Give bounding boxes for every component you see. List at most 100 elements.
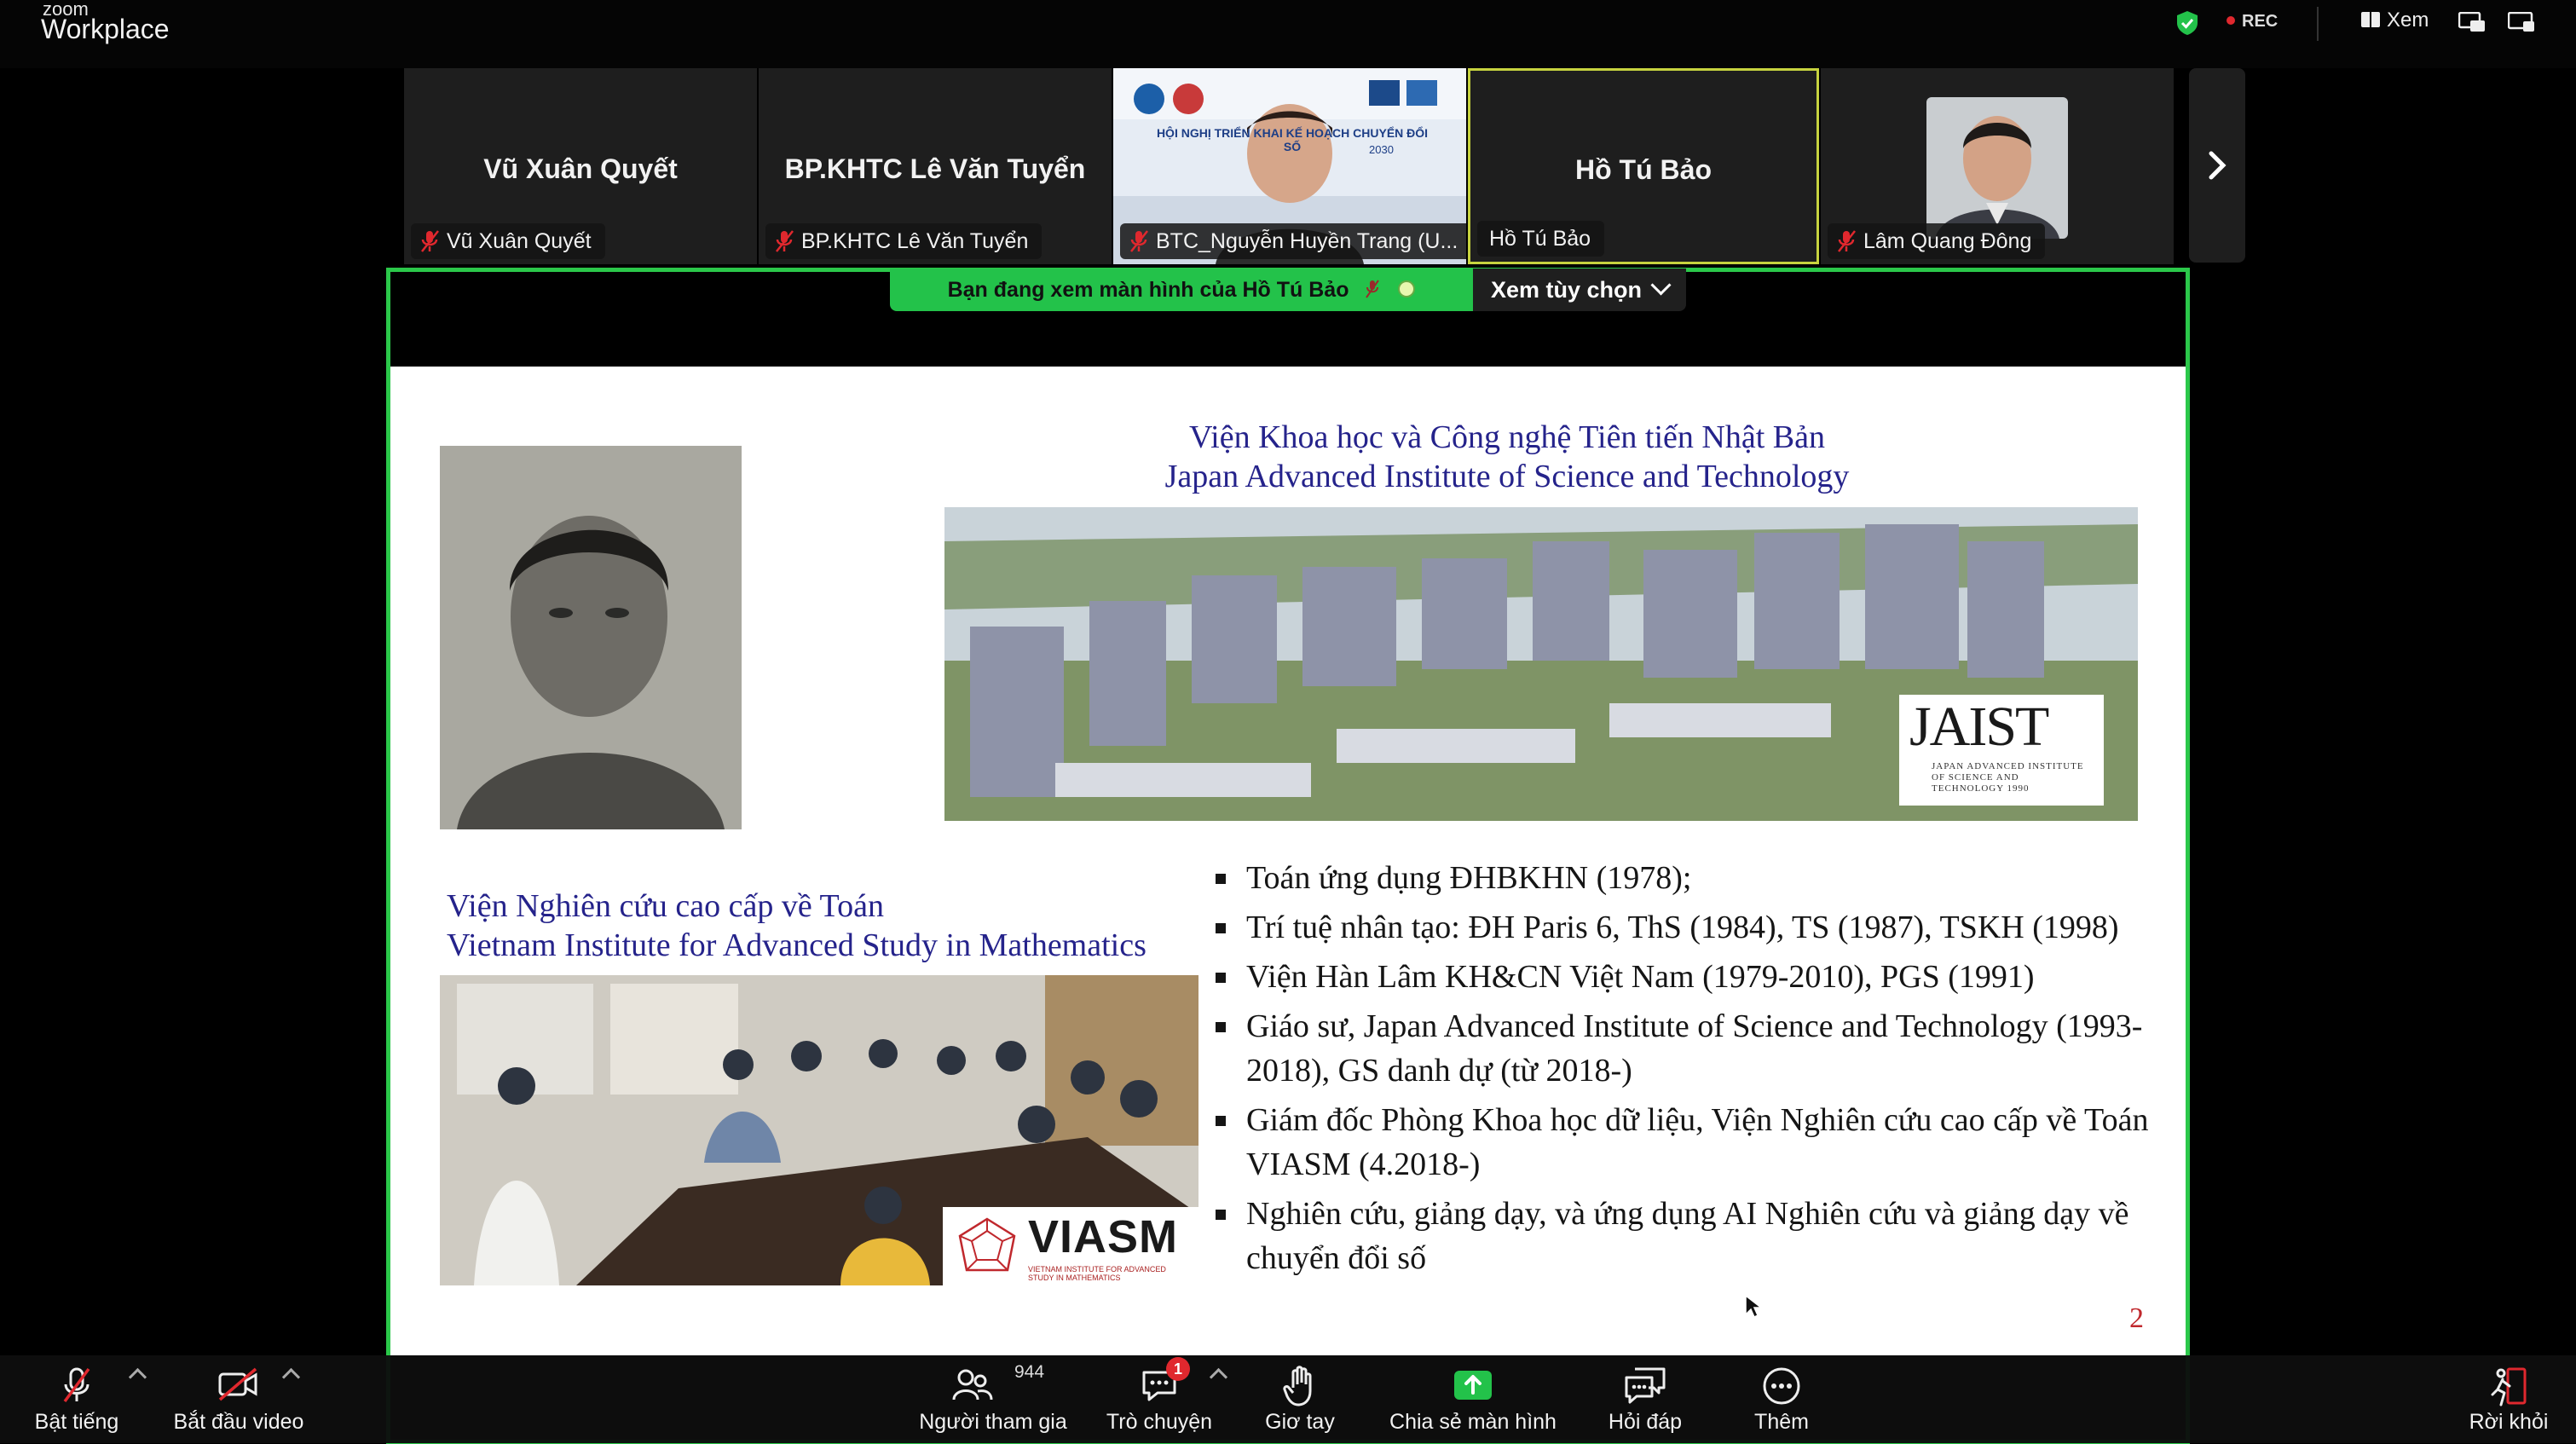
more-options-icon [1763, 1367, 1800, 1405]
view-label: Xem [2387, 9, 2429, 32]
gallery-view-icon [2361, 11, 2380, 27]
unmute-button[interactable]: Bật tiếng [17, 1355, 136, 1443]
top-bar: zoom Workplace REC Xem [0, 0, 2576, 68]
bullet-item: Giám đốc Phòng Khoa học dữ liệu, Viện Ng… [1216, 1098, 2162, 1187]
viasm-logo-text: VIASM [1028, 1211, 1179, 1262]
record-dot-icon [2227, 15, 2235, 25]
participant-label: Vũ Xuân Quyết [447, 229, 592, 253]
participant-name-tag: Lâm Quang Đông [1828, 223, 2046, 259]
meeting-controls-toolbar: Bật tiếng Bắt đầu video 944 Người tham g… [0, 1355, 2576, 1443]
chat-button[interactable]: 1 Trò chuyện [1100, 1355, 1219, 1443]
muted-mic-icon [63, 1367, 90, 1403]
raise-hand-label: Giơ tay [1265, 1410, 1335, 1434]
participants-label: Người tham gia [919, 1410, 1067, 1434]
divider [2317, 7, 2319, 41]
raise-hand-icon [1283, 1366, 1312, 1406]
jaist-title: Viện Khoa học và Công nghệ Tiên tiến Nhậ… [902, 418, 2112, 496]
participant-avatar-photo [1926, 97, 2068, 239]
more-label: Thêm [1754, 1410, 1809, 1434]
viasm-title-vietnamese: Viện Nghiên cứu cao cấp về Toán [447, 888, 884, 924]
leave-meeting-button[interactable]: Rời khỏi [2455, 1355, 2562, 1443]
jaist-title-vietnamese: Viện Khoa học và Công nghệ Tiên tiến Nhậ… [1188, 419, 1825, 455]
qa-icon [1625, 1367, 1666, 1404]
bullet-item: Giáo sư, Japan Advanced Institute of Sci… [1216, 1004, 2162, 1093]
share-banner-text: Bạn đang xem màn hình của Hồ Tú Bảo [947, 278, 1349, 302]
share-screen-icon [1454, 1371, 1492, 1400]
event-banner-year: 2030 [1369, 143, 1394, 156]
participant-name-tag: Vũ Xuân Quyết [411, 223, 605, 259]
participant-label: BP.KHTC Lê Văn Tuyển [801, 229, 1029, 253]
muted-mic-icon [776, 230, 794, 252]
participant-display-name: Vũ Xuân Quyết [483, 153, 678, 184]
next-page-button[interactable] [2189, 68, 2245, 263]
muted-mic-icon [421, 230, 439, 252]
start-video-label: Bắt đầu video [173, 1410, 304, 1434]
mouse-cursor-icon [1745, 1294, 1763, 1319]
participant-tile[interactable]: Vũ Xuân Quyết Vũ Xuân Quyết [404, 68, 757, 264]
participant-display-name: BP.KHTC Lê Văn Tuyển [784, 153, 1086, 184]
rec-label: REC [2242, 12, 2279, 31]
qa-label: Hỏi đáp [1608, 1410, 1683, 1434]
muted-mic-icon [1366, 280, 1380, 298]
picture-in-picture-icon[interactable] [2458, 12, 2486, 32]
muted-mic-icon [1130, 230, 1148, 252]
participant-name-tag: BTC_Nguyễn Huyền Trang (U... [1120, 223, 1466, 259]
participant-strip: Vũ Xuân Quyết Vũ Xuân Quyết BP.KHTC Lê V… [0, 68, 2576, 264]
jaist-title-english: Japan Advanced Institute of Science and … [1164, 459, 1850, 494]
view-options-label: Xem tùy chọn [1490, 277, 1643, 303]
participant-label: Lâm Quang Đông [1863, 229, 2032, 253]
participants-button[interactable]: 944 Người tham gia [912, 1355, 1074, 1443]
security-shield-icon[interactable] [2175, 10, 2199, 36]
view-options-button[interactable]: Xem tùy chọn [1473, 269, 1686, 311]
more-button[interactable]: Thêm [1730, 1355, 1833, 1443]
bullet-item: Toán ứng dụng ĐHBKHN (1978); [1216, 856, 2162, 900]
portrait-photo [440, 446, 742, 829]
leave-label: Rời khỏi [2469, 1410, 2549, 1434]
participant-label: Hồ Tú Bảo [1489, 227, 1591, 251]
muted-mic-icon [1838, 230, 1856, 252]
bullet-item: Viện Hàn Lâm KH&CN Việt Nam (1979-2010),… [1216, 955, 2162, 999]
view-button[interactable]: Xem [2361, 9, 2429, 32]
share-screen-button[interactable]: Chia sẻ màn hình [1377, 1355, 1569, 1443]
viasm-title-english: Vietnam Institute for Advanced Study in … [447, 927, 1146, 963]
viasm-polyhedron-icon [958, 1217, 1016, 1272]
workplace-logo-text: Workplace [41, 14, 170, 44]
jaist-logo: JAIST JAPAN ADVANCED INSTITUTE OF SCIENC… [1899, 695, 2104, 806]
viasm-logo-subtext: VIETNAM INSTITUTE FOR ADVANCED STUDY IN … [1028, 1265, 1166, 1282]
video-off-icon [218, 1367, 257, 1401]
participant-display-name: Hồ Tú Bảo [1575, 154, 1712, 185]
bullet-item: Nghiên cứu, giảng dạy, và ứng dụng AI Ng… [1216, 1192, 2162, 1280]
screen-share-banner: Bạn đang xem màn hình của Hồ Tú Bảo [890, 269, 1473, 311]
participant-name-tag: BP.KHTC Lê Văn Tuyển [765, 223, 1043, 259]
recording-indicator[interactable]: REC [2227, 12, 2278, 32]
presentation-slide: Viện Khoa học và Công nghệ Tiên tiến Nhậ… [390, 367, 2186, 1355]
bio-bullet-list: Toán ứng dụng ĐHBKHN (1978); Trí tuệ nhâ… [1216, 856, 2162, 1285]
participant-video-tile[interactable]: HỘI NGHỊ TRIỂN KHAI KẾ HOẠCH CHUYỂN ĐỔI … [1113, 68, 1466, 264]
jaist-campus-photo: JAIST JAPAN ADVANCED INSTITUTE OF SCIENC… [944, 507, 2138, 821]
chevron-down-icon [1650, 274, 1672, 296]
participant-tile[interactable]: BP.KHTC Lê Văn Tuyển BP.KHTC Lê Văn Tuyể… [759, 68, 1112, 264]
jaist-logo-text: JAIST [1909, 696, 2049, 758]
fullscreen-icon[interactable] [2508, 12, 2535, 32]
participant-tile[interactable]: Lâm Quang Đông [1821, 68, 2174, 264]
viasm-logo: VIASM VIETNAM INSTITUTE FOR ADVANCED STU… [943, 1207, 1198, 1285]
leave-door-icon [2491, 1367, 2527, 1406]
participants-icon [952, 1369, 993, 1401]
participant-label: BTC_Nguyễn Huyền Trang (U... [1156, 229, 1458, 253]
raise-hand-button[interactable]: Giơ tay [1245, 1355, 1355, 1443]
qa-button[interactable]: Hỏi đáp [1594, 1355, 1696, 1443]
jaist-logo-subtext: JAPAN ADVANCED INSTITUTE OF SCIENCE AND … [1932, 761, 2084, 794]
bullet-item: Trí tuệ nhân tạo: ĐH Paris 6, ThS (1984)… [1216, 905, 2162, 950]
chat-label: Trò chuyện [1106, 1410, 1213, 1434]
share-screen-label: Chia sẻ màn hình [1389, 1410, 1557, 1434]
viasm-meeting-photo: VIASM VIETNAM INSTITUTE FOR ADVANCED STU… [440, 975, 1198, 1285]
viasm-title: Viện Nghiên cứu cao cấp về Toán Vietnam … [447, 887, 1146, 965]
chat-unread-badge: 1 [1166, 1357, 1190, 1381]
participant-name-tag: Hồ Tú Bảo [1477, 221, 1605, 257]
active-speaker-tile[interactable]: Hồ Tú Bảo Hồ Tú Bảo [1468, 68, 1819, 264]
participants-count: 944 [1014, 1362, 1045, 1382]
chevron-right-icon [2209, 151, 2227, 180]
slide-page-number: 2 [2129, 1302, 2144, 1334]
unmute-label: Bật tiếng [34, 1410, 119, 1434]
status-dot-icon [1398, 280, 1416, 298]
